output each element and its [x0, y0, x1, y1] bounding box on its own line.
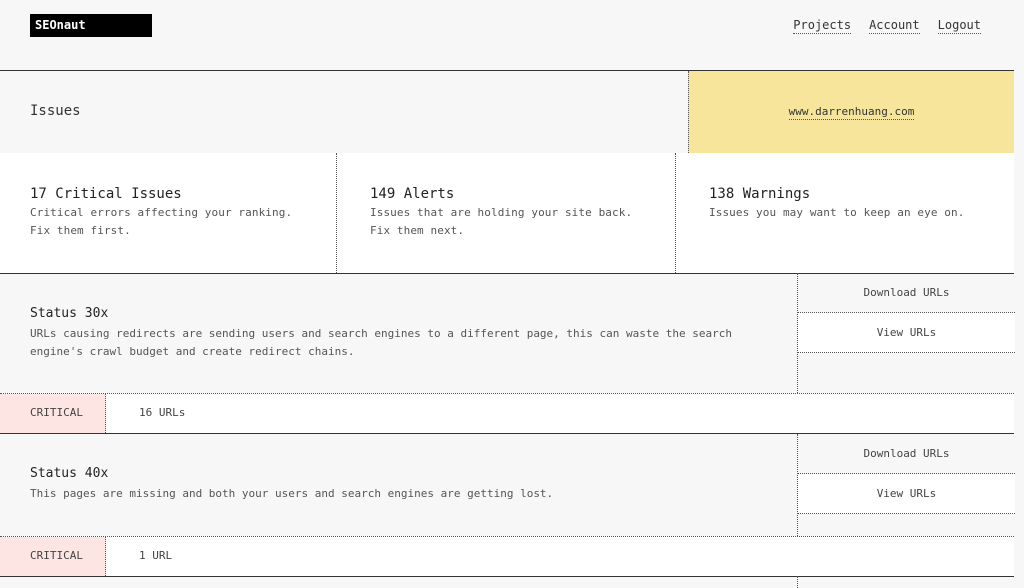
warnings-summary-line1: Issues you may want to keep an eye on. [709, 206, 965, 219]
site-panel: www.darrenhuang.com [688, 71, 1014, 153]
page: SEOnaut Projects Account Logout Issues w… [0, 0, 1024, 588]
top-nav: Projects Account Logout [793, 18, 981, 34]
download-urls-button[interactable]: Download URLs [798, 434, 1015, 474]
issue-info: Status 40x This pages are missing and bo… [0, 434, 797, 536]
view-urls-button[interactable]: View URLs [798, 474, 1015, 514]
logo[interactable]: SEOnaut [30, 14, 152, 37]
issue-actions: Download URLs View URLs [797, 273, 1015, 393]
issue-severity-row: CRITICAL 16 URLs [0, 393, 1014, 434]
issue-title: Status 40x [30, 466, 109, 481]
nav-account-link[interactable]: Account [869, 18, 920, 34]
issue-title: Status 30x [30, 306, 109, 321]
issue-summary: 17 Critical Issues Critical errors affec… [0, 153, 1014, 274]
download-urls-button[interactable]: Download URLs [798, 273, 1015, 313]
severity-badge: CRITICAL [0, 394, 106, 433]
critical-summary-line2: Fix them first. [30, 224, 131, 237]
page-title: Issues [30, 103, 81, 119]
warnings-summary-title: 138 Warnings [709, 186, 811, 202]
url-count: 1 URL [139, 549, 173, 562]
alerts-summary-line1: Issues that are holding your site back. [370, 206, 633, 219]
warnings-summary[interactable]: 138 Warnings Issues you may want to keep… [675, 153, 1014, 273]
issue-status-30x: Status 30x URLs causing redirects are se… [0, 273, 1015, 434]
url-count: 16 URLs [139, 406, 186, 419]
alerts-summary-title: 149 Alerts [370, 186, 455, 202]
critical-summary-line1: Critical errors affecting your ranking. [30, 206, 293, 219]
alerts-summary[interactable]: 149 Alerts Issues that are holding your … [336, 153, 675, 273]
view-urls-button[interactable]: View URLs [798, 313, 1015, 353]
issue-actions: Download URLs View URLs [797, 434, 1015, 536]
page-header-band: Issues www.darrenhuang.com [0, 70, 1014, 154]
critical-summary[interactable]: 17 Critical Issues Critical errors affec… [0, 153, 336, 273]
issue-info: Status 30x URLs causing redirects are se… [0, 273, 797, 393]
issue-description: URLs causing redirects are sending users… [30, 327, 732, 358]
issue-severity-row: CRITICAL 1 URL [0, 536, 1014, 577]
alerts-summary-line2: Fix them next. [370, 224, 465, 237]
severity-badge: CRITICAL [0, 537, 106, 576]
nav-projects-link[interactable]: Projects [793, 18, 852, 34]
nav-logout-link[interactable]: Logout [937, 18, 981, 34]
critical-summary-title: 17 Critical Issues [30, 186, 182, 202]
site-url-link[interactable]: www.darrenhuang.com [788, 105, 915, 120]
issue-description: This pages are missing and both your use… [30, 487, 554, 500]
next-issue-divider [797, 576, 798, 588]
issue-status-40x: Status 40x This pages are missing and bo… [0, 434, 1015, 578]
